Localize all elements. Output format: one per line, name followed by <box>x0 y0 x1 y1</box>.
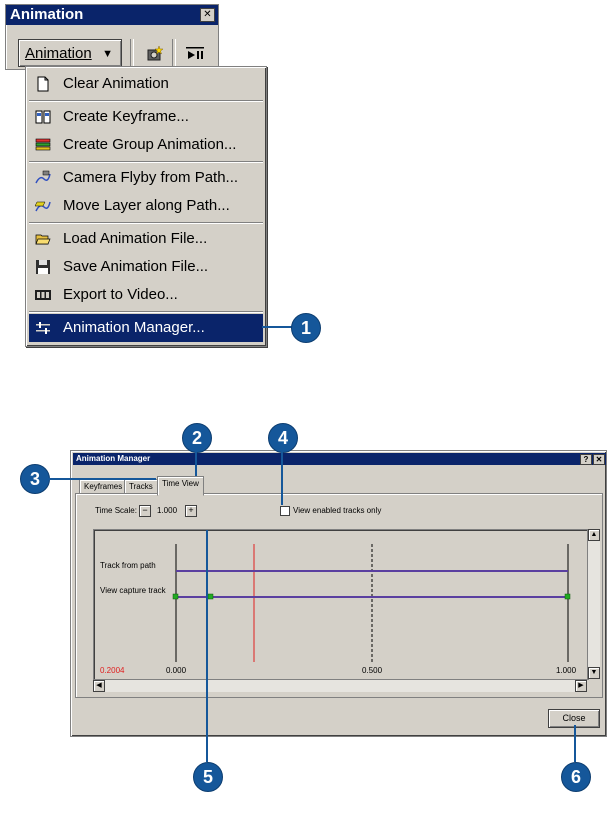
camera-capture-icon <box>147 45 164 61</box>
camera-path-icon <box>35 170 51 186</box>
tab-time-view[interactable]: Time View <box>157 476 204 496</box>
menu-separator <box>29 100 263 102</box>
menu-item-label: Load Animation File... <box>63 230 208 247</box>
toolbar-separator <box>172 39 176 67</box>
close-icon[interactable]: ✕ <box>593 454 605 465</box>
menu-separator <box>29 222 263 224</box>
floppy-disk-icon <box>35 259 51 275</box>
film-strip-icon <box>35 287 51 303</box>
animation-dropdown-label: Animation <box>25 45 92 62</box>
view-enabled-tracks-checkbox[interactable] <box>280 506 290 516</box>
toolbar-title: Animation <box>10 6 84 23</box>
toolbar-title-bar[interactable]: Animation ✕ <box>6 5 218 25</box>
callout-leader-line <box>48 478 156 480</box>
dialog-title-bar[interactable]: Animation Manager ? ✕ <box>73 453 606 465</box>
callout-leader-line <box>262 326 292 328</box>
keyframe-marker[interactable] <box>207 593 214 600</box>
time-axis-tick: 0.500 <box>362 666 383 675</box>
help-icon[interactable]: ? <box>580 454 592 465</box>
callout-4: 4 <box>268 423 298 453</box>
track-label-view-capture: View capture track <box>100 586 166 595</box>
menu-item-label: Create Keyframe... <box>63 108 189 125</box>
scroll-left-icon[interactable]: ◀ <box>93 680 105 692</box>
menu-item-save-animation-file[interactable]: Save Animation File... <box>29 253 263 281</box>
menu-item-label: Export to Video... <box>63 286 178 303</box>
layer-path-icon <box>34 198 51 214</box>
menu-item-load-animation-file[interactable]: Load Animation File... <box>29 225 263 253</box>
animation-menu: Clear Animation Create Keyframe... Creat… <box>25 66 267 347</box>
group-layers-icon <box>35 137 51 153</box>
horizontal-scrollbar[interactable]: ◀ ▶ <box>93 679 587 692</box>
capture-view-button[interactable] <box>140 41 170 67</box>
view-enabled-tracks-label: View enabled tracks only <box>293 506 382 515</box>
menu-item-clear-animation[interactable]: Clear Animation <box>29 70 263 98</box>
menu-item-create-group-animation[interactable]: Create Group Animation... <box>29 131 263 159</box>
timeline-canvas <box>172 544 571 662</box>
close-icon[interactable]: ✕ <box>200 8 215 22</box>
scroll-right-icon[interactable]: ▶ <box>575 680 587 692</box>
callout-leader-line <box>206 530 208 762</box>
play-controls-button[interactable] <box>180 41 210 67</box>
menu-item-label: Clear Animation <box>63 75 169 92</box>
menu-item-label: Animation Manager... <box>63 319 205 336</box>
menu-item-export-to-video[interactable]: Export to Video... <box>29 281 263 309</box>
track-label-path: Track from path <box>100 561 156 570</box>
current-time-value: 0.2004 <box>100 666 125 675</box>
keyframe-marker[interactable] <box>564 593 571 600</box>
callout-2: 2 <box>182 423 212 453</box>
time-scale-decrease-button[interactable]: − <box>139 505 151 517</box>
keyframe-marker[interactable] <box>172 593 179 600</box>
open-folder-icon <box>35 231 51 247</box>
animation-manager-dialog: Animation Manager ? ✕ Keyframes Tracks T… <box>70 450 607 737</box>
scroll-down-icon[interactable]: ▼ <box>588 667 600 679</box>
clear-document-icon <box>35 76 51 92</box>
time-scale-value: 1.000 <box>157 506 178 515</box>
callout-3: 3 <box>20 464 50 494</box>
menu-separator <box>29 161 263 163</box>
menu-separator <box>29 311 263 313</box>
chevron-down-icon: ▼ <box>102 48 113 60</box>
track-timeline-area[interactable]: Track from path View capture track 0.200… <box>93 529 589 680</box>
time-axis-tick: 0.000 <box>166 666 187 675</box>
play-pause-icon <box>186 47 204 59</box>
vertical-scrollbar[interactable]: ▲ ▼ <box>587 529 600 679</box>
sliders-icon <box>35 320 51 336</box>
menu-item-label: Save Animation File... <box>63 258 209 275</box>
time-scale-label: Time Scale: <box>95 506 137 515</box>
dialog-title: Animation Manager <box>76 454 151 463</box>
scroll-up-icon[interactable]: ▲ <box>588 529 600 541</box>
callout-leader-line <box>574 725 576 762</box>
time-axis-tick: 1.000 <box>556 666 577 675</box>
toolbar-separator <box>130 39 134 67</box>
menu-item-create-keyframe[interactable]: Create Keyframe... <box>29 103 263 131</box>
menu-item-label: Camera Flyby from Path... <box>63 169 239 186</box>
menu-item-camera-flyby[interactable]: Camera Flyby from Path... <box>29 164 263 192</box>
menu-item-animation-manager[interactable]: Animation Manager... <box>29 314 263 342</box>
callout-leader-line <box>281 451 283 505</box>
menu-item-move-layer-along-path[interactable]: Move Layer along Path... <box>29 192 263 220</box>
callout-5: 5 <box>193 762 223 792</box>
animation-dropdown-button[interactable]: Animation ▼ <box>18 39 122 67</box>
menu-item-label: Create Group Animation... <box>63 136 237 153</box>
callout-1: 1 <box>291 313 321 343</box>
menu-item-label: Move Layer along Path... <box>63 197 230 214</box>
callout-6: 6 <box>561 762 591 792</box>
time-scale-increase-button[interactable]: + <box>185 505 197 517</box>
keyframe-icon <box>35 109 51 125</box>
animation-toolbar: Animation ✕ Animation ▼ <box>5 4 219 70</box>
